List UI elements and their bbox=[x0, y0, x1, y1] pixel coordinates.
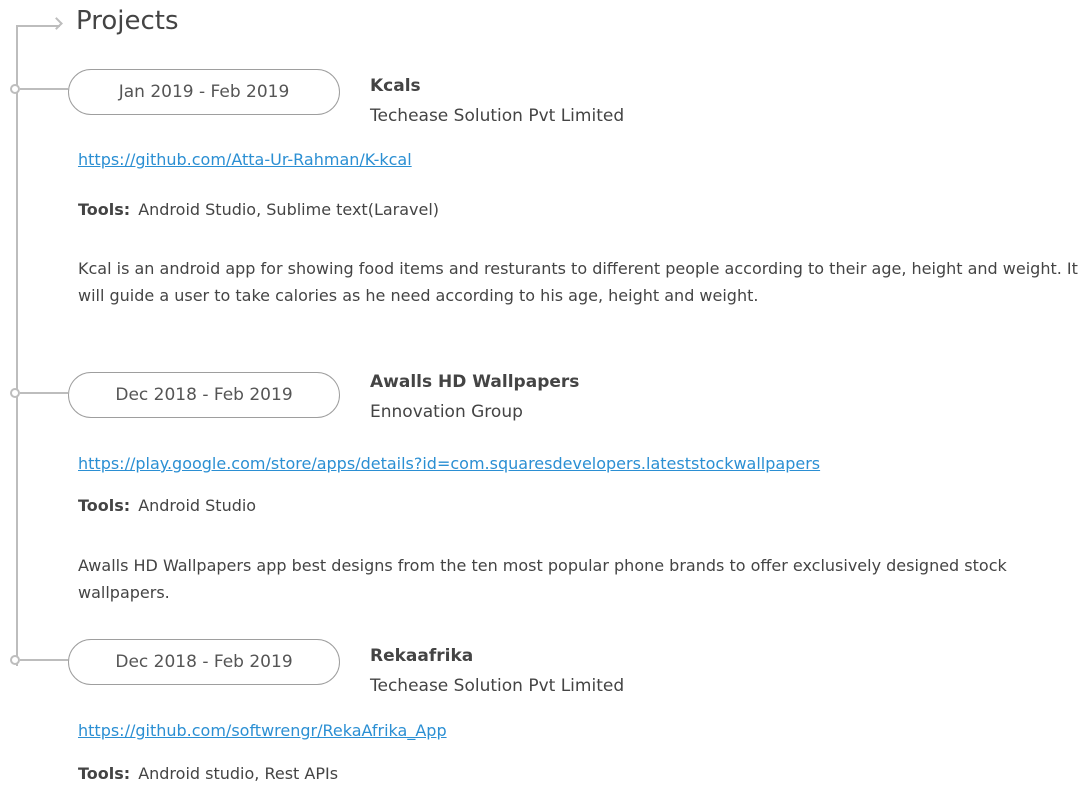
timeline-node-icon bbox=[10, 84, 20, 94]
project-link[interactable]: https://play.google.com/store/apps/detai… bbox=[78, 452, 820, 476]
timeline-connector bbox=[20, 659, 68, 661]
project-tools: Tools: Android Studio bbox=[78, 494, 256, 518]
project-tools: Tools: Android Studio, Sublime text(Larav… bbox=[78, 198, 439, 222]
project-description: Kcal is an android app for showing food … bbox=[78, 259, 1078, 305]
project-title: Rekaafrika bbox=[370, 646, 474, 666]
project-title: Awalls HD Wallpapers bbox=[370, 372, 580, 392]
date-range-badge: Dec 2018 - Feb 2019 bbox=[68, 639, 340, 685]
timeline-connector bbox=[20, 392, 68, 394]
tools-value: Android studio, Rest APIs bbox=[138, 764, 339, 783]
tools-label: Tools: bbox=[78, 496, 131, 515]
project-description: Awalls HD Wallpapers app best designs fr… bbox=[78, 556, 1007, 602]
date-range-badge: Jan 2019 - Feb 2019 bbox=[68, 69, 340, 115]
project-organization: Techease Solution Pvt Limited bbox=[370, 676, 625, 696]
tools-value: Android Studio bbox=[138, 496, 257, 515]
section-title: Projects bbox=[76, 6, 179, 36]
tools-label: Tools: bbox=[78, 200, 131, 219]
timeline-line bbox=[16, 26, 18, 666]
project-organization: Techease Solution Pvt Limited bbox=[370, 106, 625, 126]
tools-label: Tools: bbox=[78, 764, 131, 783]
tools-value: Android Studio, Sublime text(Laravel) bbox=[138, 200, 440, 219]
timeline-connector bbox=[20, 88, 68, 90]
project-link[interactable]: https://github.com/Atta-Ur-Rahman/K-kcal bbox=[78, 148, 412, 172]
resume-projects-section: Projects Jan 2019 - Feb 2019 Kcals Teche… bbox=[0, 0, 1088, 784]
arrow-right-icon bbox=[50, 17, 63, 30]
project-title: Kcals bbox=[370, 76, 421, 96]
timeline-node-icon bbox=[10, 655, 20, 665]
date-range-badge: Dec 2018 - Feb 2019 bbox=[68, 372, 340, 418]
timeline-node-icon bbox=[10, 388, 20, 398]
project-link[interactable]: https://github.com/softwrengr/RekaAfrika… bbox=[78, 719, 447, 743]
project-organization: Ennovation Group bbox=[370, 402, 523, 422]
project-tools: Tools: Android studio, Rest APIs bbox=[78, 762, 338, 786]
